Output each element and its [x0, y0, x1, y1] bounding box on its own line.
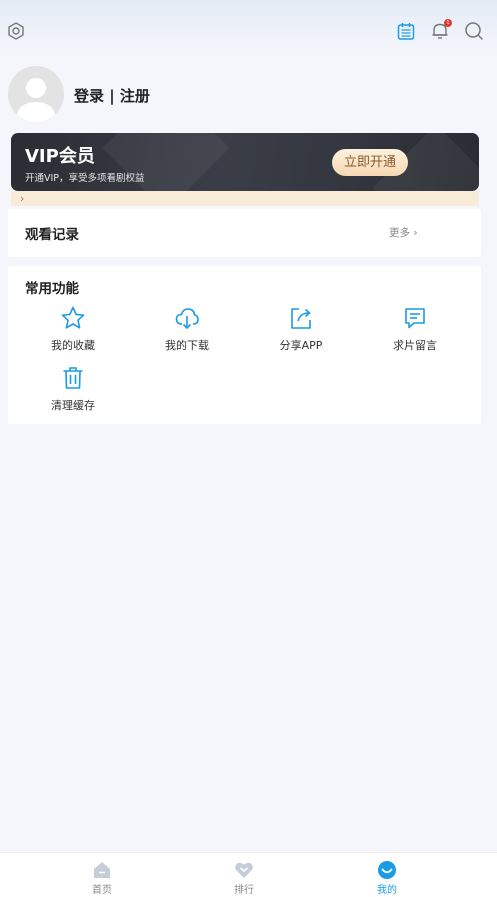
star-icon [61, 306, 85, 329]
vip-banner[interactable]: VIP会员 开通VIP，享受多项看剧权益 立即开通 [11, 133, 479, 191]
share-app-button[interactable]: 分享APP [256, 305, 346, 353]
tab-label: 我的 [377, 885, 397, 896]
downloads-button[interactable]: 我的下载 [142, 305, 232, 353]
tab-label: 首页 [92, 885, 112, 896]
ranking-icon [235, 862, 253, 878]
home-icon [94, 862, 110, 878]
tab-label: 排行 [234, 885, 254, 896]
vip-info-strip[interactable]: › [11, 191, 479, 206]
vip-title: VIP会员 [25, 146, 95, 167]
favorites-button[interactable]: 我的收藏 [28, 305, 118, 353]
watch-history-title: 观看记录 [25, 227, 79, 243]
bottom-tab-bar: 首页 排行 我的 [0, 852, 497, 897]
login-register-link[interactable]: 登录 | 注册 [74, 85, 150, 106]
share-icon [291, 308, 311, 329]
clear-cache-button[interactable]: 清理缓存 [28, 365, 118, 413]
function-label: 求片留言 [393, 339, 437, 352]
watch-history-card: 观看记录 更多 › [8, 209, 481, 257]
search-icon[interactable] [464, 21, 484, 41]
request-message-button[interactable]: 求片留言 [370, 305, 460, 353]
notification-button[interactable]: 1 [430, 19, 452, 41]
message-icon [405, 308, 425, 329]
chevron-right-icon: › [20, 192, 25, 205]
tab-profile[interactable]: 我的 [357, 860, 417, 896]
function-label: 清理缓存 [51, 399, 95, 412]
vip-subscribe-button[interactable]: 立即开通 [332, 149, 408, 176]
watch-history-more-link[interactable]: 更多 › [389, 225, 418, 240]
avatar[interactable] [8, 66, 64, 122]
notification-badge: 1 [444, 19, 452, 27]
profile-section[interactable]: 登录 | 注册 [8, 66, 308, 122]
common-functions-card: 常用功能 我的收藏 我的下载 分享APP 求片留言 清理缓存 [8, 266, 481, 424]
settings-icon[interactable] [6, 21, 26, 41]
default-avatar-icon [16, 78, 56, 122]
function-label: 我的下载 [165, 339, 209, 352]
top-bar: 1 [0, 0, 497, 60]
tab-ranking[interactable]: 排行 [214, 860, 274, 896]
common-functions-title: 常用功能 [25, 281, 79, 297]
vip-subtitle: 开通VIP，享受多项看剧权益 [25, 173, 145, 184]
tab-home[interactable]: 首页 [72, 860, 132, 896]
function-label: 分享APP [279, 339, 323, 352]
function-label: 我的收藏 [51, 339, 95, 352]
cloud-download-icon [175, 308, 199, 330]
profile-smile-icon [378, 861, 396, 879]
trash-icon [63, 367, 83, 389]
checkin-calendar-icon[interactable] [396, 21, 416, 41]
